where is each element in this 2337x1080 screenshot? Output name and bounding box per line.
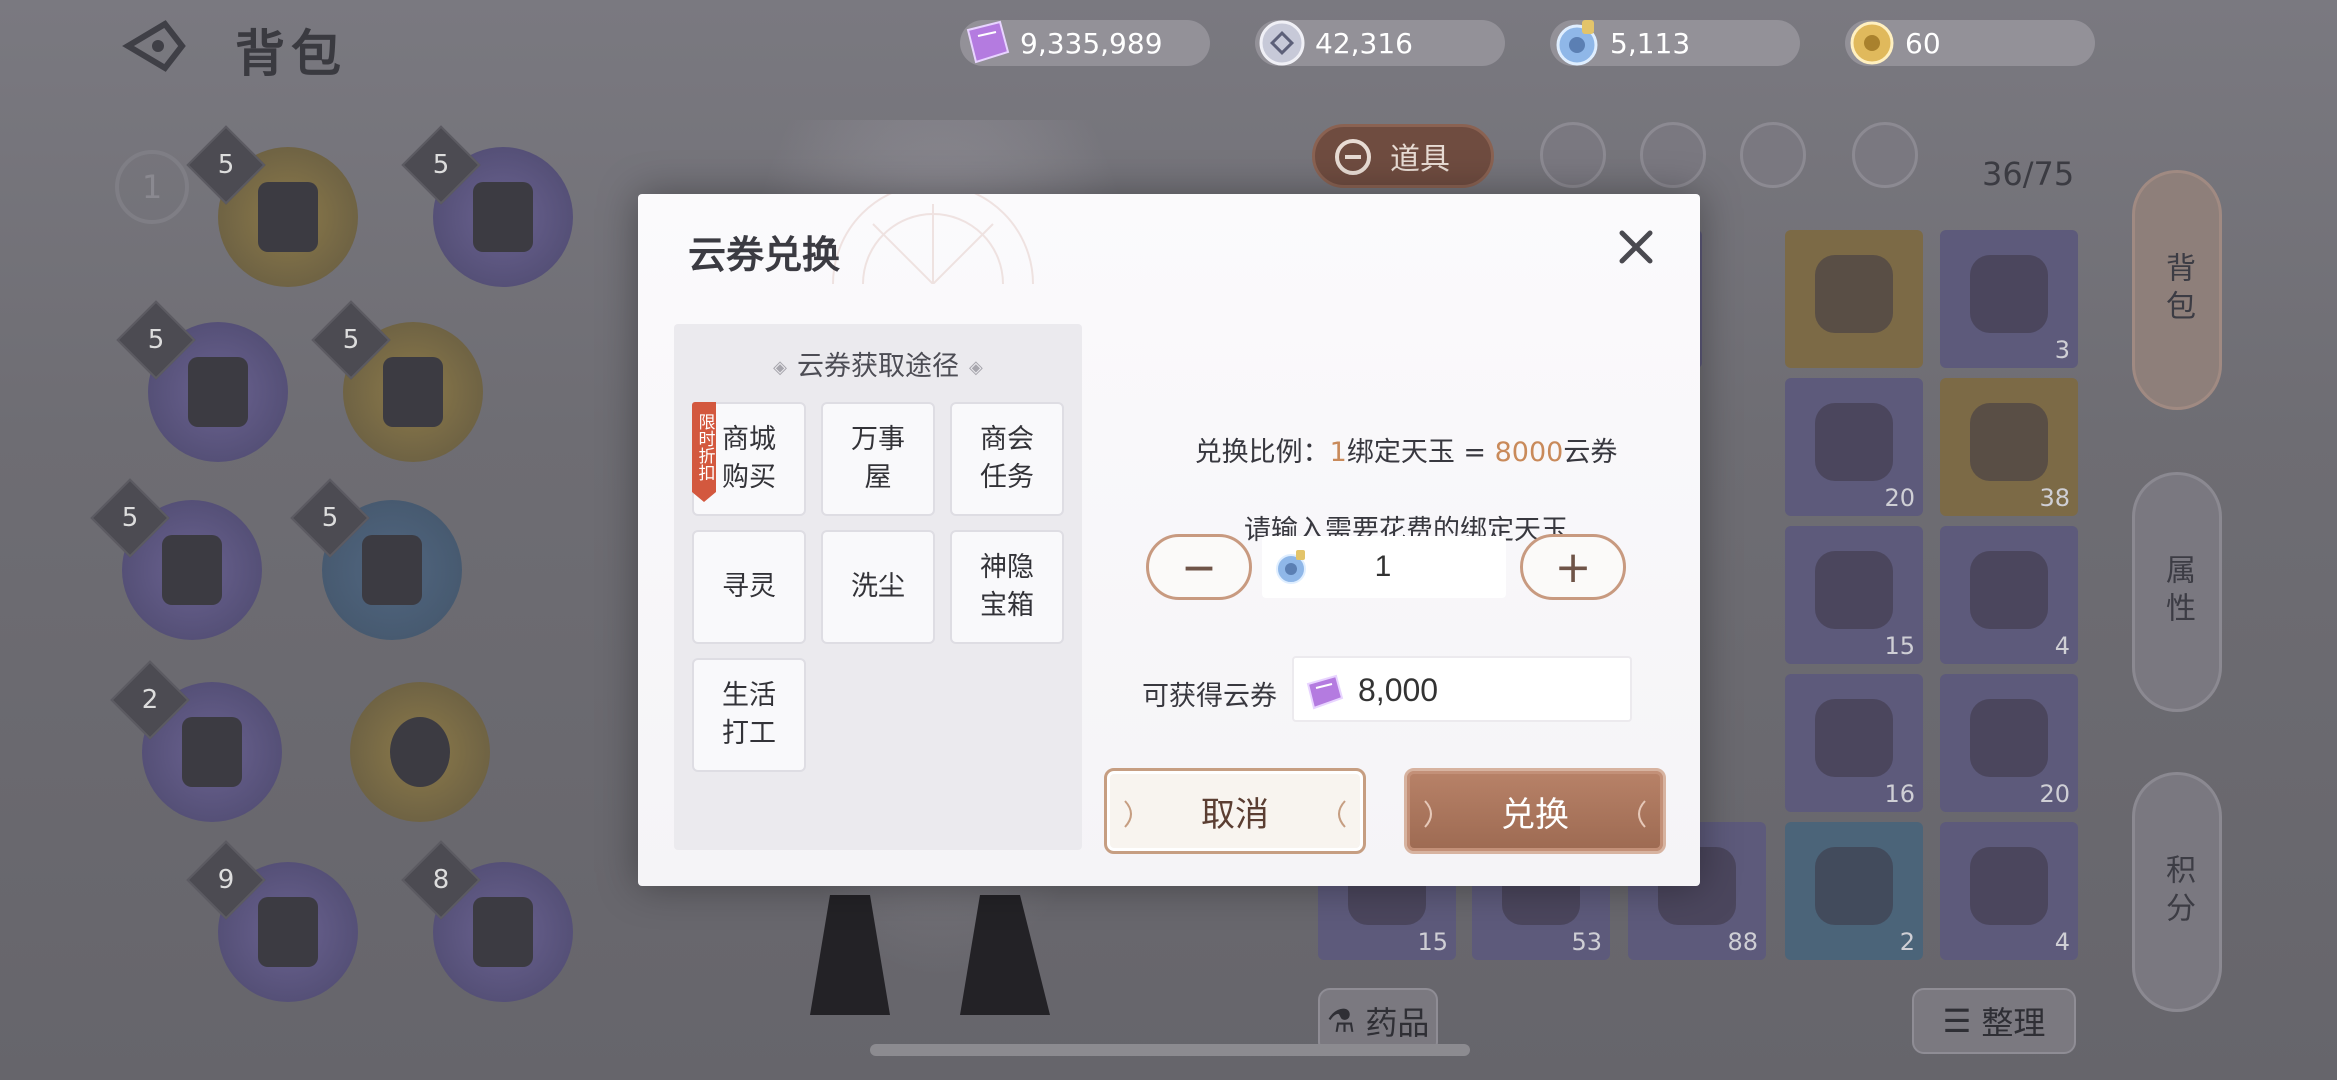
exchange-button[interactable]: 兑换	[1404, 768, 1666, 854]
top-bar: 背包 9,335,989 42,316 5,113 60	[0, 0, 2337, 90]
category-tab-gems[interactable]	[1640, 122, 1706, 188]
inventory-cell[interactable]: 15	[1785, 526, 1923, 664]
inventory-cell[interactable]: 20	[1785, 378, 1923, 516]
equip-slot-boots[interactable]: 2	[110, 660, 282, 822]
source-guild-task-button[interactable]: 商会 任务	[950, 402, 1064, 516]
ornament-icon	[1638, 800, 1646, 828]
inventory-cell[interactable]: 2	[1785, 822, 1923, 960]
source-label: 万事 屋	[851, 424, 905, 493]
currency-value: 60	[1905, 26, 1941, 60]
close-icon	[1619, 230, 1653, 264]
side-tab-label: 积分	[2160, 854, 2195, 930]
category-tab-materials[interactable]	[1740, 122, 1806, 188]
bound-jade-icon	[1556, 20, 1598, 66]
currency-gold-jade: 60	[1845, 20, 2095, 66]
decrease-button[interactable]: —	[1146, 534, 1252, 600]
sort-button[interactable]: ☰ 整理	[1912, 988, 2076, 1054]
source-xunling-button[interactable]: 寻灵	[692, 530, 806, 644]
source-wanshiwu-button[interactable]: 万事 屋	[821, 402, 935, 516]
ornament-icon	[1338, 800, 1346, 828]
currency-value: 5,113	[1610, 26, 1691, 60]
equip-slot-helmet[interactable]: 5	[186, 125, 358, 287]
ornament-icon	[1424, 800, 1432, 828]
flask-icon: ⚗	[1326, 1002, 1356, 1040]
items-category-icon	[1335, 139, 1371, 175]
currency-value: 42,316	[1315, 26, 1413, 60]
side-tab-points[interactable]: 积分	[2132, 772, 2222, 1012]
category-tab-items[interactable]: 道具	[1312, 124, 1494, 188]
currency-bound-jade: 5,113	[1550, 20, 1800, 66]
slot-indicator: 1	[115, 150, 189, 224]
home-indicator	[870, 1044, 1470, 1056]
category-label: 道具	[1390, 142, 1450, 177]
source-label: 商会 任务	[980, 424, 1034, 493]
equip-slot-pants[interactable]: 5	[90, 478, 262, 640]
source-treasure-chest-button[interactable]: 神隐 宝箱	[950, 530, 1064, 644]
diamond-icon: ◈	[969, 357, 983, 378]
source-life-work-button[interactable]: 生活 打工	[692, 658, 806, 772]
ornament-icon	[1124, 800, 1132, 828]
cancel-button[interactable]: 取消	[1104, 768, 1366, 854]
quantity-stepper[interactable]	[1262, 536, 1506, 598]
purple-ticket-icon	[1306, 674, 1344, 710]
exchange-ratio: 兑换比例： 1 绑定天玉 = 8000 云券	[1194, 437, 1618, 468]
inventory-capacity: 36/75	[1982, 155, 2075, 193]
source-shop-button[interactable]: 限时折扣 商城 购买	[692, 402, 806, 516]
layers-icon: ☰	[1942, 1002, 1972, 1040]
gold-jade-icon	[1850, 21, 1894, 65]
back-arrow-icon[interactable]	[120, 18, 190, 74]
inventory-cell[interactable]: 3	[1940, 230, 2078, 368]
plus-icon: +	[1554, 541, 1592, 593]
page-title: 背包	[235, 25, 347, 83]
side-tab-label: 属性	[2160, 554, 2195, 630]
side-tab-label: 背包	[2160, 252, 2195, 328]
side-tab-attributes[interactable]: 属性	[2132, 472, 2222, 712]
bound-jade-icon	[1276, 550, 1306, 584]
source-label: 神隐 宝箱	[980, 552, 1034, 621]
equip-slot-armor[interactable]: 5	[116, 300, 288, 462]
side-tab-bag[interactable]: 背包	[2132, 170, 2222, 410]
source-label: 洗尘	[851, 571, 905, 602]
gain-label: 可获得云券	[1142, 681, 1277, 712]
equip-slot-sword[interactable]: 8	[401, 840, 573, 1002]
equip-slot-weapon[interactable]: 9	[186, 840, 358, 1002]
currency-value: 9,335,989	[1020, 26, 1163, 60]
dialog-title: 云券兑换	[688, 233, 841, 277]
inventory-cell[interactable]: 16	[1785, 674, 1923, 812]
quantity-input[interactable]	[1318, 542, 1448, 592]
category-tab-misc[interactable]	[1852, 122, 1918, 188]
source-label: 商城 购买	[722, 424, 776, 493]
silver-coin-icon	[1259, 20, 1305, 66]
gain-display: 8,000	[1292, 656, 1632, 722]
minus-icon: —	[1184, 549, 1214, 585]
purple-ticket-icon	[966, 20, 1010, 64]
close-button[interactable]	[1613, 224, 1659, 270]
source-label: 生活 打工	[722, 680, 776, 749]
currency-tickets: 9,335,989	[960, 20, 1210, 66]
source-xichen-button[interactable]: 洗尘	[821, 530, 935, 644]
gain-value: 8,000	[1358, 672, 1439, 708]
sources-panel: ◈ 云券获取途径 ◈ 限时折扣 商城 购买 万事 屋 商会 任务 寻灵 洗尘 神隐 …	[674, 324, 1082, 850]
equip-slot-necklace[interactable]: 5	[311, 300, 483, 462]
equip-slot-weapon-arm[interactable]: 5	[401, 125, 573, 287]
equip-slot-gourd[interactable]: 5	[290, 478, 462, 640]
inventory-cell[interactable]: 4	[1940, 526, 2078, 664]
sources-title: ◈ 云券获取途径 ◈	[773, 351, 983, 382]
diamond-icon: ◈	[773, 357, 787, 378]
inventory-cell[interactable]: 38	[1940, 378, 2078, 516]
inventory-cell[interactable]: 4	[1940, 822, 2078, 960]
category-tab-equipment[interactable]	[1540, 122, 1606, 188]
equip-slot-ring[interactable]	[350, 682, 490, 822]
source-label: 寻灵	[722, 571, 776, 602]
increase-button[interactable]: +	[1520, 534, 1626, 600]
exchange-dialog: 云券兑换 ◈ 云券获取途径 ◈ 限时折扣 商城 购买 万事 屋 商会 任务 寻灵 洗…	[638, 194, 1700, 886]
inventory-cell[interactable]: 20	[1940, 674, 2078, 812]
sale-tag: 限时折扣	[692, 402, 716, 502]
currency-coins: 42,316	[1255, 20, 1505, 66]
inventory-cell[interactable]	[1785, 230, 1923, 368]
